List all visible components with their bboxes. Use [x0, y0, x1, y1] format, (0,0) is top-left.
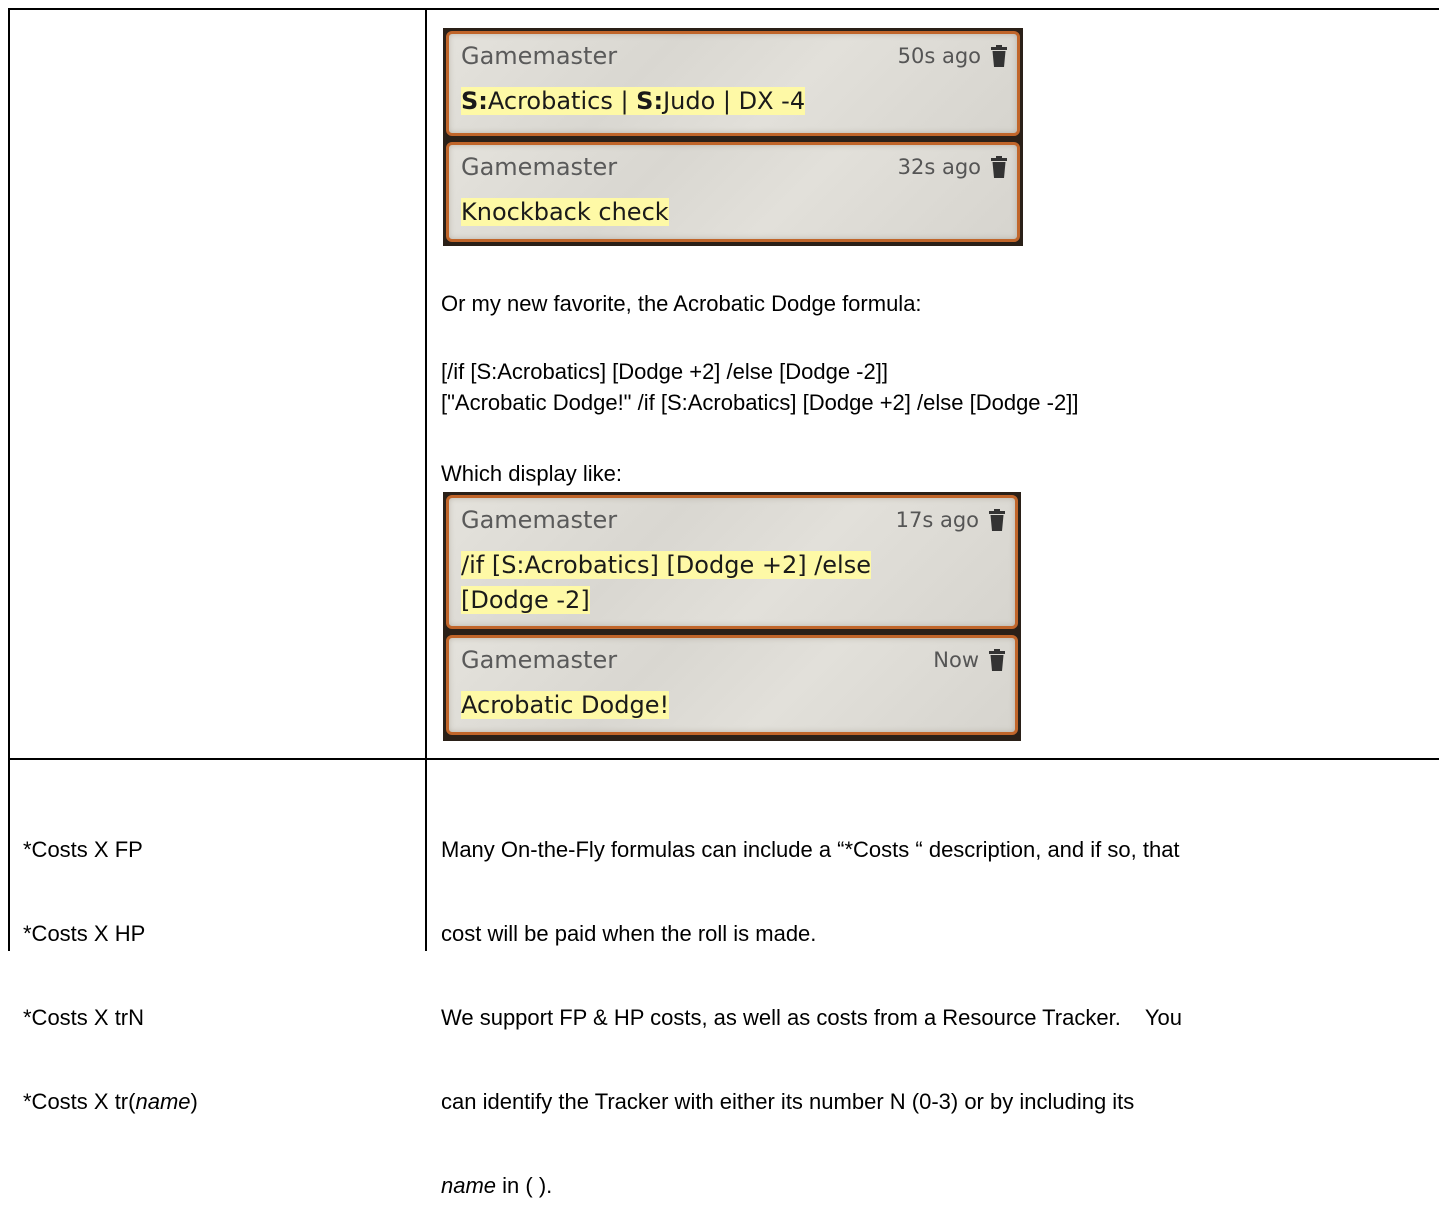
skill-prefix: S:: [461, 87, 488, 115]
table-border-top: [8, 8, 1439, 10]
table-row-divider: [8, 758, 1439, 760]
costs-syntax-item: *Costs X trN: [23, 1005, 145, 1030]
skill-name: Judo | DX -4: [663, 87, 806, 115]
description-line: cost will be paid when the roll is made.: [441, 921, 817, 946]
trash-icon[interactable]: [991, 45, 1007, 67]
message-sender: Gamemaster: [461, 42, 618, 70]
costs-syntax-list: *Costs X FP *Costs X HP *Costs X trN *Co…: [23, 780, 198, 1144]
chat-screenshot-top: Gamemaster 50s ago S:Acrobatics | S:Judo…: [443, 28, 1023, 246]
message-timestamp: 32s ago: [897, 155, 981, 179]
table-column-divider: [425, 8, 427, 951]
message-body: Knockback check: [461, 195, 669, 230]
message-body: /if [S:Acrobatics] [Dodge +2] /else [Dod…: [461, 548, 871, 618]
costs-syntax-item: *Costs X FP: [23, 837, 143, 862]
message-text: Acrobatic Dodge!: [461, 691, 670, 719]
trash-icon[interactable]: [989, 649, 1005, 671]
message-body: Acrobatic Dodge!: [461, 688, 670, 723]
trash-icon[interactable]: [989, 509, 1005, 531]
message-timestamp: 50s ago: [897, 44, 981, 68]
syntax-suffix: ): [190, 1089, 198, 1114]
chat-message: Gamemaster 32s ago Knockback check: [446, 142, 1020, 242]
skill-name: Acrobatics |: [487, 87, 637, 115]
message-body: S:Acrobatics | S:Judo | DX -4: [461, 84, 806, 119]
intro-text: Or my new favorite, the Acrobatic Dodge …: [441, 291, 922, 316]
message-sender: Gamemaster: [461, 506, 618, 534]
formula-line: [/if [S:Acrobatics] [Dodge +2] /else [Do…: [441, 359, 888, 384]
message-sender: Gamemaster: [461, 153, 618, 181]
message-text: [Dodge -2]: [461, 586, 590, 614]
message-sender: Gamemaster: [461, 646, 618, 674]
description-line: We support FP & HP costs, as well as cos…: [441, 1005, 1182, 1030]
display-label: Which display like:: [441, 461, 622, 486]
syntax-prefix: *Costs X tr(: [23, 1089, 136, 1114]
description-line: name in ( ).: [441, 1172, 1182, 1200]
trash-icon[interactable]: [991, 156, 1007, 178]
table-border-left: [8, 8, 10, 951]
chat-message: Gamemaster 17s ago /if [S:Acrobatics] [D…: [446, 495, 1018, 629]
costs-description: Many On-the-Fly formulas can include a “…: [441, 780, 1182, 1228]
description-line: can identify the Tracker with either its…: [441, 1089, 1135, 1114]
formula-line: ["Acrobatic Dodge!" /if [S:Acrobatics] […: [441, 390, 1079, 415]
message-text: Knockback check: [461, 198, 669, 226]
chat-screenshot-bottom: Gamemaster 17s ago /if [S:Acrobatics] [D…: [443, 492, 1021, 741]
chat-message: Gamemaster 50s ago S:Acrobatics | S:Judo…: [446, 31, 1020, 136]
message-timestamp: 17s ago: [895, 508, 979, 532]
costs-syntax-item: *Costs X HP: [23, 921, 146, 946]
message-text: /if [S:Acrobatics] [Dodge +2] /else: [461, 551, 871, 579]
placeholder-word: name: [441, 1173, 497, 1198]
message-timestamp: Now: [933, 648, 979, 672]
description-line: Many On-the-Fly formulas can include a “…: [441, 837, 1180, 862]
chat-message: Gamemaster Now Acrobatic Dodge!: [446, 635, 1018, 735]
syntax-placeholder: name: [135, 1089, 191, 1114]
description-suffix: in ( ).: [496, 1173, 553, 1198]
costs-syntax-item: *Costs X tr(name): [23, 1088, 198, 1116]
skill-prefix: S:: [636, 87, 664, 115]
